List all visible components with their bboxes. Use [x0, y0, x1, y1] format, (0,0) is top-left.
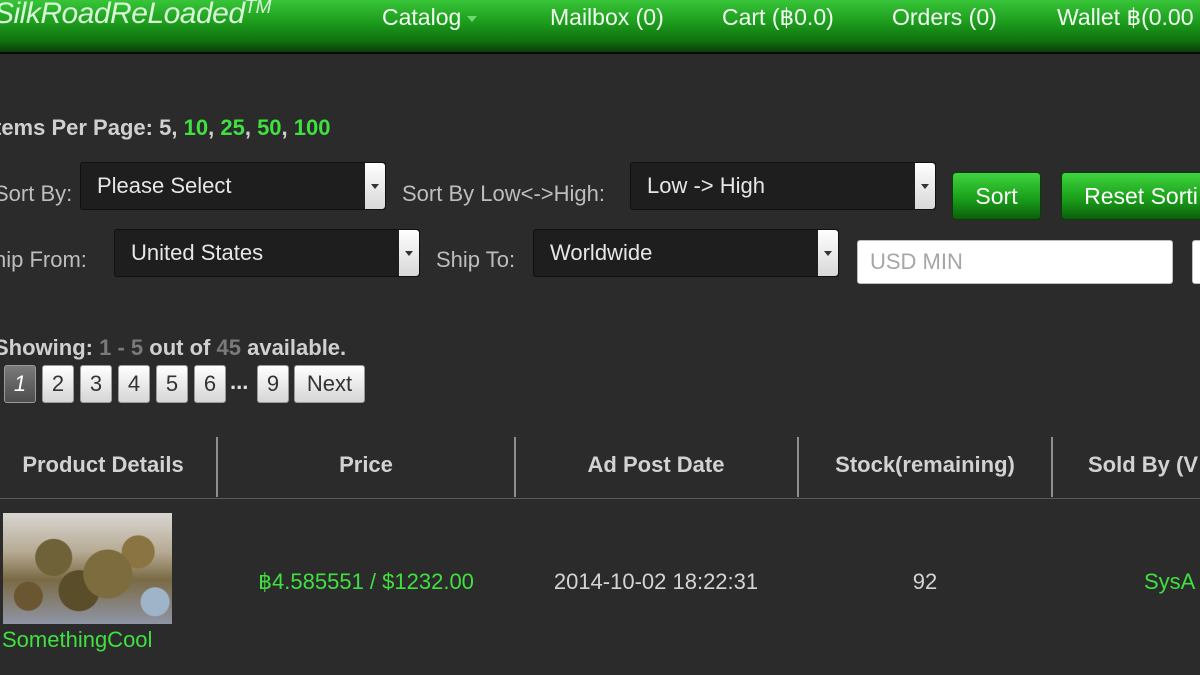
- sort-by-select[interactable]: Please Select: [80, 162, 386, 210]
- product-post-date: 2014-10-02 18:22:31: [553, 569, 759, 594]
- showing-total: 45: [216, 335, 241, 360]
- showing-label: Showing:: [0, 335, 93, 360]
- select-arrow: [915, 163, 935, 209]
- seller-link[interactable]: SysA: [1144, 569, 1195, 595]
- ship-to-select[interactable]: Worldwide: [533, 229, 839, 277]
- reset-sorting-button[interactable]: Reset Sorti: [1061, 172, 1200, 220]
- column-stock[interactable]: Stock(remaining): [799, 435, 1051, 497]
- usd-min-input[interactable]: [857, 240, 1173, 284]
- page-1-button[interactable]: 1: [4, 365, 36, 403]
- nav-wallet[interactable]: Wallet ฿(0.00: [1057, 4, 1194, 31]
- ship-to-value: Worldwide: [550, 240, 653, 265]
- select-arrow: [365, 163, 385, 209]
- product-stock: 92: [912, 569, 938, 594]
- nav-mailbox[interactable]: Mailbox (0): [550, 4, 664, 31]
- comma-separator: ,: [244, 115, 251, 140]
- items-per-page: tems Per Page: 5, 10, 25, 50, 100: [0, 115, 331, 141]
- page-2-button[interactable]: 2: [42, 365, 74, 403]
- usd-max-input[interactable]: [1192, 240, 1200, 284]
- sort-by-label: Sort By:: [0, 181, 73, 206]
- sort-direction-value: Low -> High: [647, 173, 766, 198]
- items-per-page-25[interactable]: 25: [220, 115, 244, 140]
- showing-suffix: available.: [247, 335, 347, 360]
- site-logo-text: SilkRoadReLoaded: [0, 0, 245, 30]
- ship-from-label: hip From:: [0, 247, 87, 272]
- items-per-page-current: 5: [159, 115, 172, 140]
- column-product-details[interactable]: Product Details: [0, 435, 206, 497]
- select-arrow: [818, 230, 838, 276]
- sort-button[interactable]: Sort: [952, 172, 1041, 220]
- comma-separator: ,: [171, 115, 178, 140]
- showing-range: 1 - 5: [99, 335, 144, 360]
- items-per-page-50[interactable]: 50: [257, 115, 281, 140]
- nav-catalog-label: Catalog: [382, 4, 462, 30]
- chevron-down-icon: [824, 251, 832, 256]
- pagination-ellipsis: ...: [230, 369, 249, 394]
- page-5-button[interactable]: 5: [156, 365, 188, 403]
- showing-out-of: out of: [149, 335, 211, 360]
- items-per-page-10[interactable]: 10: [184, 115, 208, 140]
- nav-cart[interactable]: Cart (฿0.0): [722, 4, 834, 31]
- top-navbar: SilkRoadReLoadedTM Catalog Mailbox (0) C…: [0, 0, 1200, 54]
- site-logo[interactable]: SilkRoadReLoadedTM: [0, 0, 271, 31]
- sort-direction-label: Sort By Low<->High:: [402, 181, 605, 206]
- comma-separator: ,: [281, 115, 288, 140]
- product-thumbnail[interactable]: [3, 513, 172, 624]
- chevron-down-icon: [371, 184, 379, 189]
- chevron-down-icon: [467, 15, 478, 22]
- product-price: ฿4.585551 / $1232.00: [258, 569, 474, 594]
- column-divider: [1051, 437, 1053, 497]
- page: SilkRoadReLoadedTM Catalog Mailbox (0) C…: [0, 0, 1200, 675]
- nav-catalog[interactable]: Catalog: [382, 4, 478, 31]
- chevron-down-icon: [405, 251, 413, 256]
- page-4-button[interactable]: 4: [118, 365, 150, 403]
- ship-to-label: Ship To:: [436, 247, 516, 272]
- column-ad-post-date[interactable]: Ad Post Date: [516, 435, 796, 497]
- page-6-button[interactable]: 6: [194, 365, 226, 403]
- page-3-button[interactable]: 3: [80, 365, 112, 403]
- nav-orders[interactable]: Orders (0): [892, 4, 997, 31]
- column-sold-by[interactable]: Sold By (V: [1088, 435, 1200, 497]
- sort-by-value: Please Select: [97, 173, 232, 198]
- comma-separator: ,: [208, 115, 215, 140]
- next-page-button[interactable]: Next: [294, 365, 365, 403]
- ship-from-select[interactable]: United States: [114, 229, 420, 277]
- sort-direction-select[interactable]: Low -> High: [630, 162, 936, 210]
- items-per-page-100[interactable]: 100: [294, 115, 331, 140]
- chevron-down-icon: [921, 184, 929, 189]
- items-per-page-label: tems Per Page:: [0, 115, 153, 140]
- ship-from-value: United States: [131, 240, 264, 265]
- trademark-mark: TM: [244, 0, 272, 18]
- showing-summary: Showing: 1 - 5 out of 45 available.: [0, 335, 346, 361]
- page-9-button[interactable]: 9: [257, 365, 289, 403]
- product-name-link[interactable]: SomethingCool: [2, 627, 152, 653]
- select-arrow: [399, 230, 419, 276]
- table-header: Product Details Price Ad Post Date Stock…: [0, 435, 1200, 499]
- table-row: SomethingCool ฿4.585551 / $1232.00 2014-…: [0, 499, 1200, 675]
- column-price[interactable]: Price: [218, 435, 514, 497]
